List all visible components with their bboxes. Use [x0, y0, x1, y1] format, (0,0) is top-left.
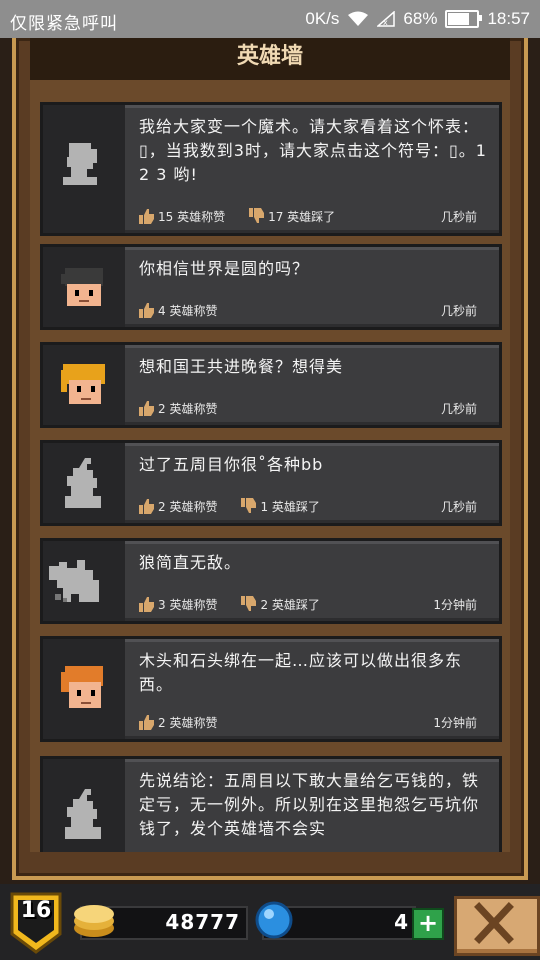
post-time: 几秒前: [440, 209, 477, 224]
thumbs-up-icon[interactable]: [137, 595, 155, 613]
thumbs-down-icon[interactable]: [239, 497, 257, 515]
post-text: 你相信世界是圆的吗？: [139, 259, 310, 278]
thumbs-up-icon[interactable]: [137, 399, 155, 417]
post-time: 几秒前: [440, 401, 477, 416]
level-number: 16: [20, 898, 52, 923]
like-count: 4 英雄称赞: [158, 303, 218, 318]
thumbs-up-icon[interactable]: [137, 207, 155, 225]
like-count: 2 英雄称赞: [158, 401, 218, 416]
gold-coin-icon: [74, 905, 114, 937]
silhouette-hood-icon: [65, 458, 101, 508]
clock: 18:57: [487, 9, 530, 28]
battery-percent: 68%: [403, 9, 438, 28]
post-card[interactable]: 想和国王共进晚餐？想得美 2 英雄称赞 几秒前: [40, 342, 502, 428]
post-text: 过了五周目你很˚各种bb: [139, 455, 324, 474]
post-text: 先说结论：五周目以下敢大量给乞丐钱的，铁定亏，无一例外。所以别在这里抱怨乞丐坑你…: [139, 771, 480, 838]
dark-hair-hero-icon: [61, 268, 103, 306]
like-count: 2 英雄称赞: [158, 715, 218, 730]
thumbs-up-icon[interactable]: [137, 713, 155, 731]
close-x-icon: [474, 902, 514, 944]
like-count: 2 英雄称赞: [158, 499, 218, 514]
carrier-text: 仅限紧急呼叫: [10, 14, 118, 33]
post-time: 1分钟前: [433, 597, 477, 612]
post-card[interactable]: 狼简直无敌。 3 英雄称赞 2 英雄踩了 1分钟前: [40, 538, 502, 624]
blue-gem-icon: [255, 901, 293, 939]
post-card[interactable]: 过了五周目你很˚各种bb 2 英雄称赞 1 英雄踩了 几秒前: [40, 440, 502, 526]
silhouette-hood-icon: [65, 789, 101, 839]
post-text: 我给大家变一个魔术。请大家看着这个怀表：▯，当我数到3时，请大家点击这个符号：▯…: [139, 117, 487, 184]
wifi-icon: [348, 11, 369, 26]
svg-text:x: x: [383, 18, 388, 27]
post-text: 狼简直无敌。: [139, 553, 242, 572]
post-card[interactable]: 你相信世界是圆的吗？ 4 英雄称赞 几秒前: [40, 244, 502, 330]
thumbs-up-icon[interactable]: [137, 497, 155, 515]
like-count: 3 英雄称赞: [158, 597, 218, 612]
battery-icon: [445, 10, 483, 28]
thumbs-down-icon[interactable]: [247, 207, 265, 225]
post-card[interactable]: 先说结论：五周目以下敢大量给乞丐钱的，铁定亏，无一例外。所以别在这里抱怨乞丐坑你…: [40, 756, 502, 852]
thumbs-up-icon[interactable]: [137, 301, 155, 319]
post-time: 几秒前: [440, 499, 477, 514]
close-button[interactable]: [454, 896, 540, 956]
network-speed: 0K/s: [305, 9, 340, 28]
signal-icon: x: [377, 11, 396, 27]
post-card[interactable]: 我给大家变一个魔术。请大家看着这个怀表：▯，当我数到3时，请大家点击这个符号：▯…: [40, 102, 502, 236]
post-text: 木头和石头绑在一起…应该可以做出很多东西。: [139, 651, 463, 694]
thumbs-down-icon[interactable]: [239, 595, 257, 613]
silhouette-wolf-icon: [49, 560, 99, 602]
hero-wall-list[interactable]: 我给大家变一个魔术。请大家看着这个怀表：▯，当我数到3时，请大家点击这个符号：▯…: [30, 80, 510, 852]
dislike-count: 2 英雄踩了: [260, 597, 320, 612]
gold-amount: 48777: [165, 910, 240, 934]
page-title: 英雄墙: [30, 38, 510, 83]
post-card[interactable]: 木头和石头绑在一起…应该可以做出很多东西。 2 英雄称赞 1分钟前: [40, 636, 502, 742]
bottom-bar: 16 48777 4 +: [0, 884, 540, 960]
post-time: 几秒前: [440, 303, 477, 318]
silhouette-head-icon: [63, 143, 97, 185]
add-gems-button[interactable]: +: [412, 908, 444, 940]
post-text: 想和国王共进晚餐？想得美: [139, 357, 344, 376]
status-bar: 仅限紧急呼叫 0K/s x 68% 18:57: [0, 0, 540, 38]
post-time: 1分钟前: [433, 715, 477, 730]
gem-amount: 4: [394, 910, 408, 934]
dislike-count: 17 英雄踩了: [268, 209, 336, 224]
like-count: 15 英雄称赞: [158, 209, 226, 224]
orange-hair-hero-icon: [61, 666, 103, 708]
dislike-count: 1 英雄踩了: [260, 499, 320, 514]
blonde-hero-icon: [61, 364, 105, 404]
